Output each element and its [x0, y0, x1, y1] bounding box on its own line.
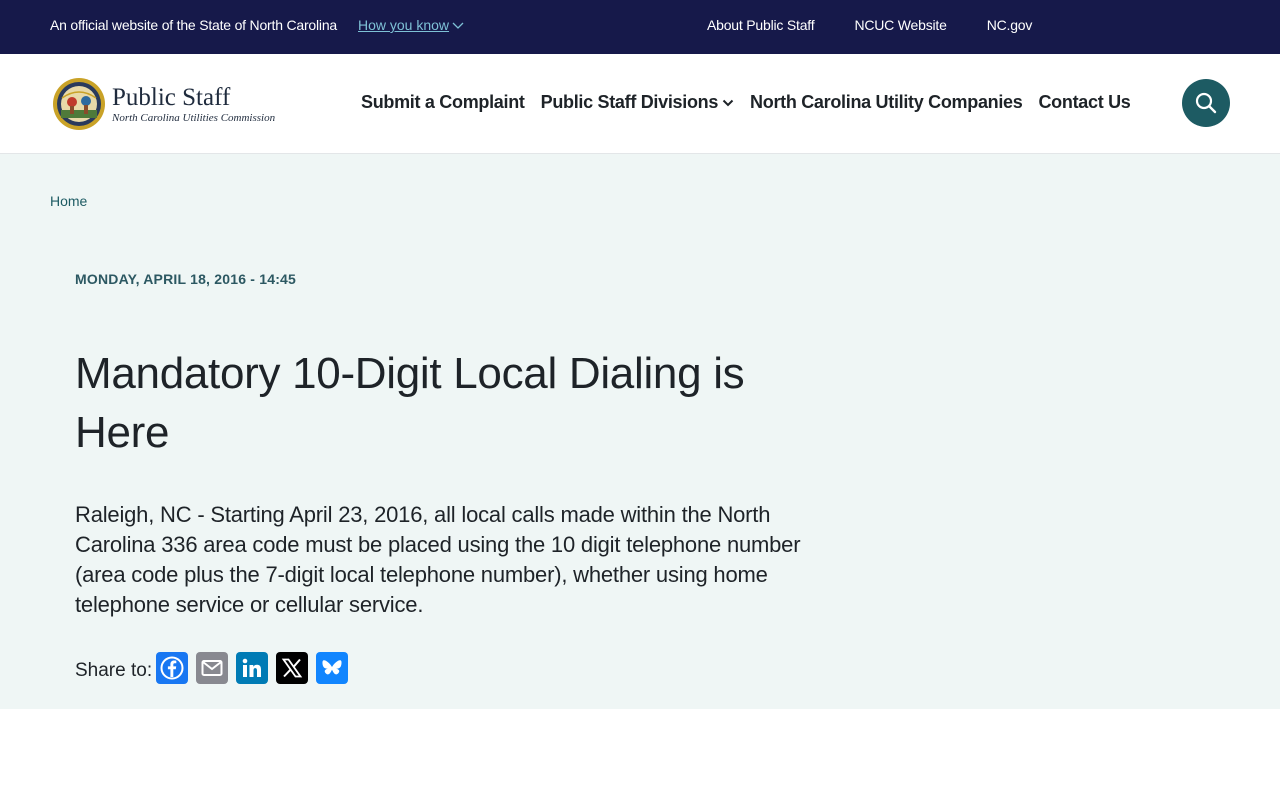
nav-label: North Carolina Utility Companies	[750, 92, 1023, 112]
main-navigation: Submit a Complaint Public Staff Division…	[361, 92, 1131, 113]
breadcrumb-home[interactable]: Home	[50, 193, 87, 209]
logo-title: Public Staff	[112, 83, 231, 111]
article-content: Home MONDAY, APRIL 18, 2016 - 14:45 Mand…	[0, 154, 1280, 709]
official-banner: An official website of the State of Nort…	[0, 0, 1280, 54]
article-date: MONDAY, APRIL 18, 2016 - 14:45	[75, 271, 297, 287]
ncuc-website-link[interactable]: NCUC Website	[854, 17, 946, 33]
share-facebook-button[interactable]	[156, 652, 189, 684]
site-header: Public Staff North Carolina Utilities Co…	[0, 54, 1280, 154]
nc-gov-link[interactable]: NC.gov	[987, 17, 1033, 33]
share-bluesky-button[interactable]	[316, 652, 349, 684]
logo-text: Public Staff North Carolina Utilities Co…	[112, 83, 276, 124]
facebook-icon	[160, 656, 184, 680]
logo-subtitle: North Carolina Utilities Commission	[112, 111, 276, 124]
utility-links: About Public Staff NCUC Website NC.gov	[707, 17, 1032, 33]
about-public-staff-link[interactable]: About Public Staff	[707, 17, 815, 33]
nav-label: Submit a Complaint	[361, 92, 525, 112]
share-label: Share to:	[75, 660, 153, 681]
share-linkedin-button[interactable]	[236, 652, 269, 684]
nav-label: Contact Us	[1038, 92, 1131, 112]
share-x-button[interactable]	[276, 652, 309, 684]
nav-contact-us[interactable]: Contact Us	[1038, 92, 1130, 113]
site-logo[interactable]: Public Staff North Carolina Utilities Co…	[52, 76, 275, 132]
chevron-down-icon	[452, 22, 464, 29]
search-button[interactable]	[1182, 79, 1230, 127]
email-icon	[201, 660, 223, 676]
chevron-down-icon	[722, 99, 734, 106]
nc-seal-icon	[53, 78, 105, 130]
how-you-know-toggle[interactable]: How you know	[358, 17, 464, 33]
share-bar: Share to:	[75, 652, 349, 684]
x-icon	[281, 658, 303, 678]
nav-label: Public Staff Divisions	[540, 92, 719, 112]
nav-public-staff-divisions[interactable]: Public Staff Divisions	[541, 92, 734, 113]
page-title: Mandatory 10-Digit Local Dialing is Here	[75, 349, 745, 457]
article-body: Raleigh, NC - Starting April 23, 2016, a…	[75, 502, 801, 617]
nav-submit-complaint[interactable]: Submit a Complaint	[361, 92, 525, 113]
official-site-text: An official website of the State of Nort…	[50, 17, 338, 33]
bluesky-icon	[322, 660, 342, 675]
linkedin-icon	[242, 658, 262, 677]
how-you-know-label: How you know	[358, 17, 450, 33]
nav-nc-utility-companies[interactable]: North Carolina Utility Companies	[750, 92, 1023, 113]
search-icon	[1195, 92, 1217, 114]
share-email-button[interactable]	[196, 652, 229, 684]
